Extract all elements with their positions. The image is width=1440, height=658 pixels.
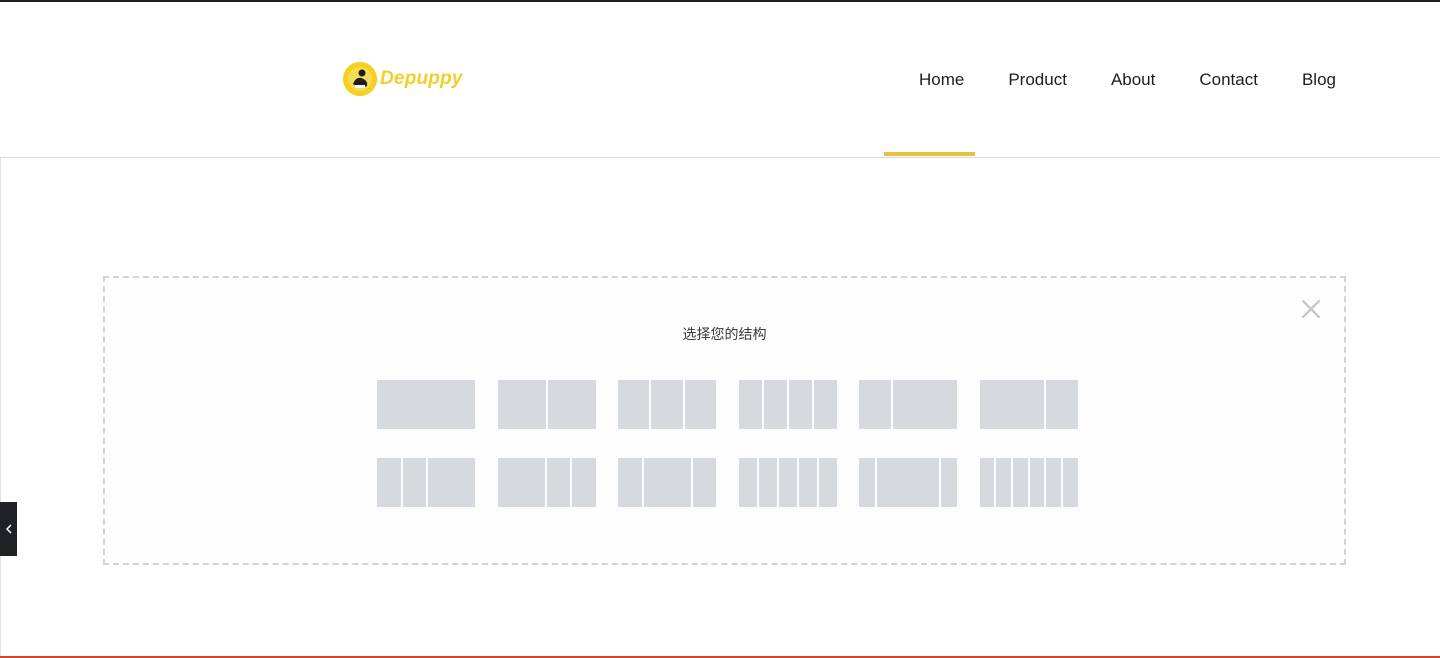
layout-column: [979, 458, 995, 507]
site-header: Depuppy Home Product About Contact Blog: [0, 2, 1440, 158]
layout-option-1[interactable]: [377, 380, 475, 429]
layout-column: [1046, 458, 1061, 507]
nav-item-about[interactable]: About: [1111, 58, 1155, 102]
layout-option-1-1-1[interactable]: [618, 380, 716, 429]
layout-column: [758, 458, 777, 507]
layout-row: [377, 458, 1078, 507]
layout-column: [1062, 458, 1078, 507]
layout-option-2-1[interactable]: [979, 380, 1078, 429]
layout-options: [377, 380, 1078, 507]
layout-option-1-1-1-1-1[interactable]: [738, 458, 837, 507]
layout-column: [893, 380, 957, 429]
layout-option-1-2[interactable]: [859, 380, 957, 429]
layout-column: [798, 458, 817, 507]
logo[interactable]: Depuppy: [343, 62, 463, 96]
layout-column: [818, 458, 837, 507]
layout-column: [1029, 458, 1045, 507]
layout-column: [738, 458, 757, 507]
chevron-left-icon: [5, 524, 12, 534]
layout-column: [684, 380, 716, 429]
layout-column: [1012, 458, 1028, 507]
layout-column: [643, 458, 691, 507]
layout-option-1-4-1[interactable]: [859, 458, 958, 507]
layout-column: [813, 380, 837, 429]
nav-item-blog[interactable]: Blog: [1302, 58, 1336, 102]
layout-column: [859, 380, 891, 429]
layout-column: [996, 458, 1011, 507]
layout-option-1-1-2[interactable]: [377, 458, 475, 507]
nav-item-contact[interactable]: Contact: [1199, 58, 1258, 102]
layout-column: [497, 380, 546, 429]
layout-column: [402, 458, 426, 507]
layout-column: [941, 458, 958, 507]
layout-option-1-2-1[interactable]: [618, 458, 716, 507]
layout-option-2-1-1[interactable]: [497, 458, 596, 507]
layout-column: [377, 380, 475, 429]
layout-column: [547, 380, 596, 429]
nav-item-home[interactable]: Home: [919, 58, 964, 102]
layout-option-1-1-1-1[interactable]: [738, 380, 837, 429]
active-nav-indicator: [884, 152, 975, 156]
layout-column: [651, 380, 683, 429]
structure-picker: 选择您的结构: [103, 276, 1346, 565]
logo-text: Depuppy: [380, 68, 463, 89]
layout-column: [692, 458, 716, 507]
layout-column: [1045, 380, 1078, 429]
layout-option-1-1-1-1-1-1[interactable]: [979, 458, 1078, 507]
layout-option-1-1[interactable]: [497, 380, 596, 429]
layout-column: [876, 458, 940, 507]
layout-column: [763, 380, 787, 429]
layout-column: [788, 380, 812, 429]
nav-item-product[interactable]: Product: [1008, 58, 1067, 102]
layout-column: [377, 458, 401, 507]
layout-column: [859, 458, 875, 507]
layout-row: [377, 380, 1078, 429]
layout-column: [546, 458, 570, 507]
layout-column: [618, 458, 642, 507]
layout-column: [428, 458, 475, 507]
main-nav: Home Product About Contact Blog: [875, 58, 1336, 102]
logo-badge-icon: [343, 62, 377, 96]
layout-column: [618, 380, 650, 429]
layout-column: [979, 380, 1044, 429]
layout-column: [738, 380, 762, 429]
structure-picker-title: 选择您的结构: [682, 326, 767, 342]
layout-column: [497, 458, 545, 507]
close-icon[interactable]: [1300, 298, 1322, 320]
layout-column: [572, 458, 596, 507]
layout-column: [778, 458, 797, 507]
sidebar-toggle-button[interactable]: [0, 502, 17, 556]
